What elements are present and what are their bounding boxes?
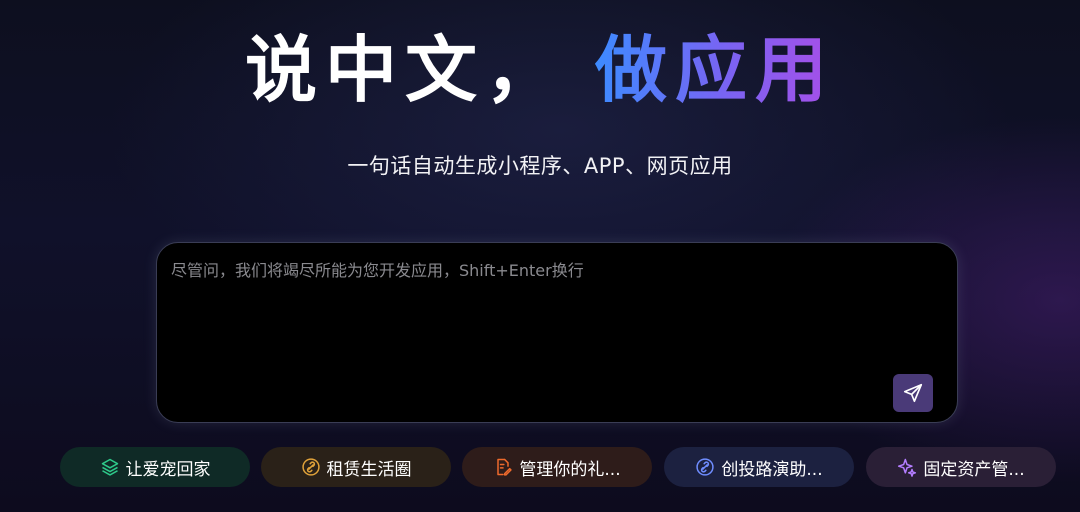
- suggestion-chip-label: 固定资产管...: [923, 459, 1025, 480]
- suggestion-chip-pitch[interactable]: 创投路演助...: [664, 447, 854, 487]
- suggestion-chip-label: 管理你的礼...: [519, 459, 621, 480]
- suggestion-chip-label: 租赁生活圈: [326, 459, 412, 480]
- suggestion-chip-label: 让爱宠回家: [125, 459, 211, 480]
- suggestion-chip-assets[interactable]: 固定资产管...: [866, 447, 1056, 487]
- hero-title-highlight: 做应用: [595, 28, 836, 112]
- layers-icon: [100, 457, 120, 477]
- link-icon: [301, 457, 321, 477]
- link-icon: [695, 457, 715, 477]
- hero-subtitle: 一句话自动生成小程序、APP、网页应用: [347, 154, 733, 178]
- suggestion-chip-label: 创投路演助...: [721, 459, 823, 480]
- prompt-input[interactable]: [171, 257, 891, 377]
- suggestion-chips: 让爱宠回家 租赁生活圈 管理你的礼... 创投路演助... 固定资产管...: [0, 447, 1080, 487]
- document-edit-icon: [493, 457, 513, 477]
- send-button[interactable]: [893, 374, 933, 412]
- sparkle-icon: [897, 457, 917, 477]
- send-icon: [903, 383, 923, 403]
- hero-title-primary: 说中文，: [244, 28, 565, 112]
- hero-title: 说中文， 做应用: [0, 28, 1080, 112]
- prompt-box: [156, 242, 958, 423]
- suggestion-chip-gift[interactable]: 管理你的礼...: [462, 447, 652, 487]
- suggestion-chip-pet[interactable]: 让爱宠回家: [60, 447, 250, 487]
- suggestion-chip-rental[interactable]: 租赁生活圈: [261, 447, 451, 487]
